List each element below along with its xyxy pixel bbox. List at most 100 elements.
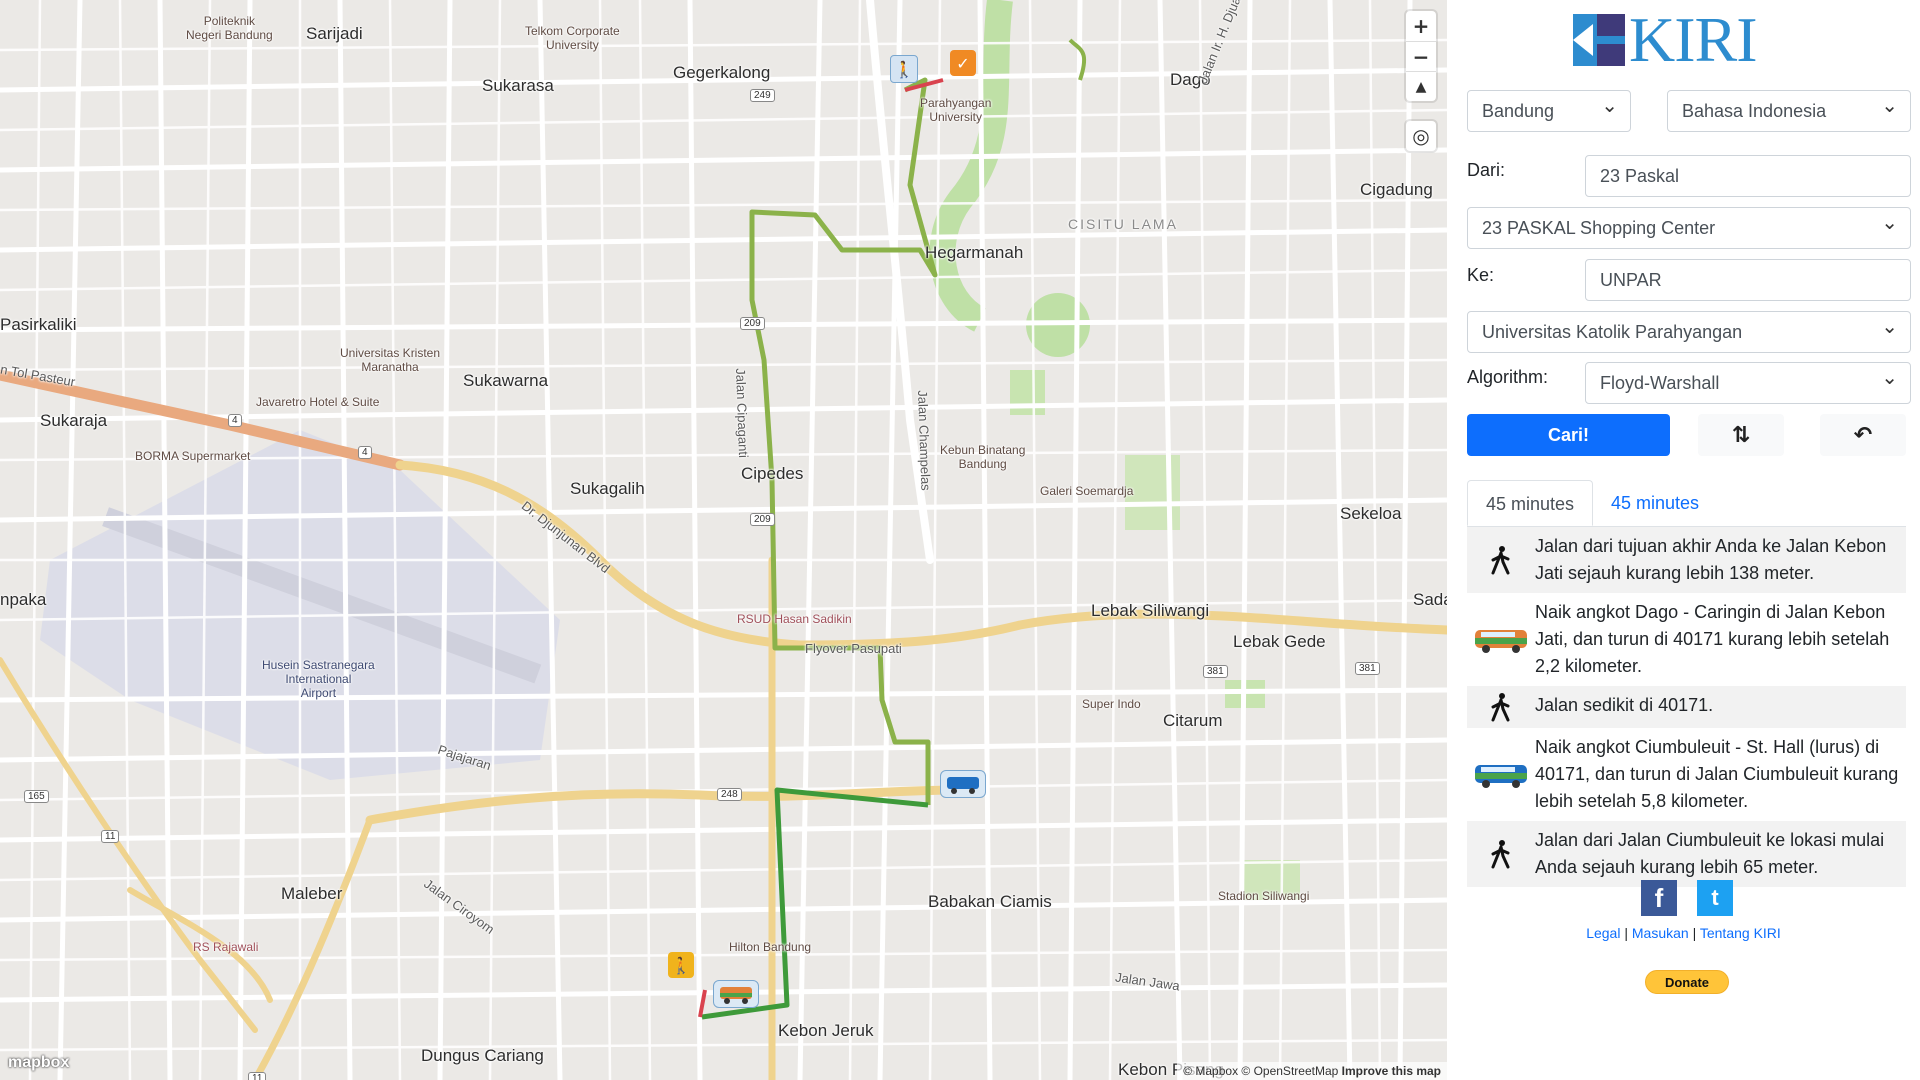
masukan-link[interactable]: Masukan xyxy=(1632,925,1689,941)
compass-button[interactable]: ▲ xyxy=(1406,71,1436,101)
place-label-pasirkaliki: Pasirkaliki xyxy=(0,315,77,334)
angkot-orange-marker-icon[interactable] xyxy=(713,980,759,1008)
angkot-orange-icon xyxy=(1467,626,1535,654)
step-text: Jalan dari Jalan Ciumbuleuit ke lokasi m… xyxy=(1535,830,1885,877)
walk-icon xyxy=(1467,839,1535,869)
tentang-link[interactable]: Tentang KIRI xyxy=(1700,925,1781,941)
step-item[interactable]: Jalan dari tujuan akhir Anda ke Jalan Ke… xyxy=(1467,527,1906,593)
place-label-ukm: Universitas Kristen Maranatha xyxy=(340,346,441,374)
from-input[interactable]: 23 Paskal xyxy=(1585,155,1911,197)
algorithm-label: Algorithm: xyxy=(1467,367,1549,387)
place-label-sukawarna: Sukawarna xyxy=(463,371,549,390)
road-label-flyover: Flyover Pasupati xyxy=(805,641,902,656)
map-base xyxy=(0,0,1447,1080)
place-label-parahyangan: Parahyangan University xyxy=(920,96,992,124)
footer-links: Legal | Masukan | Tentang KIRI xyxy=(1447,925,1920,941)
to-input[interactable]: UNPAR xyxy=(1585,259,1911,301)
place-label-dungus: Dungus Cariang xyxy=(421,1046,544,1065)
place-label-telkom: Telkom Corporate University xyxy=(525,24,620,52)
road-shield: 4 xyxy=(228,414,242,427)
from-label: Dari: xyxy=(1467,160,1506,180)
road-shield: 165 xyxy=(24,790,49,803)
tab-route-1[interactable]: 45 minutes xyxy=(1467,480,1594,526)
kiri-logo-icon xyxy=(1573,14,1625,66)
place-label-cisitu: CISITU LAMA xyxy=(1068,216,1178,232)
place-label-babakan: Babakan Ciamis xyxy=(928,892,1052,911)
map-locate-control: ◎ xyxy=(1406,121,1436,151)
footer-separator: | xyxy=(1688,925,1700,941)
mapbox-logo[interactable]: mapbox xyxy=(8,1054,69,1072)
to-select[interactable]: Universitas Katolik Parahyangan xyxy=(1467,306,1911,353)
angkot-blue-marker-icon[interactable] xyxy=(940,770,986,798)
step-item[interactable]: Naik angkot Dago - Caringin di Jalan Keb… xyxy=(1467,593,1906,686)
from-select[interactable]: 23 PASKAL Shopping Center xyxy=(1467,202,1911,249)
zoom-out-button[interactable]: − xyxy=(1406,41,1436,71)
improve-map-link[interactable]: Improve this map xyxy=(1342,1064,1441,1078)
place-label-sarijadi: Sarijadi xyxy=(306,24,363,43)
road-shield: 11 xyxy=(248,1072,267,1080)
language-select[interactable]: Bahasa Indonesia xyxy=(1667,85,1911,132)
reset-button[interactable]: ↶ xyxy=(1820,414,1906,456)
zoom-in-button[interactable]: + xyxy=(1406,11,1436,41)
kiri-logo[interactable]: KIRI xyxy=(1573,4,1758,75)
place-label-cipedes: Cipedes xyxy=(741,464,804,483)
donate-button[interactable]: Donate xyxy=(1645,970,1729,994)
twitter-icon[interactable]: t xyxy=(1697,880,1733,916)
search-button[interactable]: Cari! xyxy=(1467,414,1670,456)
finish-marker-icon[interactable]: ✓ xyxy=(950,50,976,76)
map-attribution: © Mapbox © OpenStreetMap Improve this ma… xyxy=(1177,1062,1447,1080)
walk-icon xyxy=(1467,692,1535,722)
tab-route-2[interactable]: 45 minutes xyxy=(1593,480,1717,526)
walk-icon xyxy=(1467,545,1535,575)
locate-button[interactable]: ◎ xyxy=(1406,121,1436,151)
place-label-sekeloa: Sekeloa xyxy=(1340,504,1402,523)
swap-button[interactable]: ⇅ xyxy=(1698,414,1784,456)
step-item[interactable]: Naik angkot Ciumbuleuit - St. Hall (luru… xyxy=(1467,728,1906,821)
road-shield: 209 xyxy=(750,513,775,526)
step-text: Jalan sedikit di 40171. xyxy=(1535,695,1714,715)
place-label-politeknik: Politeknik Negeri Bandung xyxy=(186,14,273,42)
road-shield: 249 xyxy=(750,89,775,102)
road-shield: 248 xyxy=(717,788,742,801)
road-shield: 209 xyxy=(740,317,765,330)
place-label-sukarasa: Sukarasa xyxy=(482,76,554,95)
step-text: Naik angkot Ciumbuleuit - St. Hall (luru… xyxy=(1535,737,1899,811)
place-label-javaretro: Javaretro Hotel & Suite xyxy=(256,395,380,409)
legal-link[interactable]: Legal xyxy=(1586,925,1620,941)
step-item[interactable]: Jalan sedikit di 40171. xyxy=(1467,686,1906,728)
angkot-blue-icon xyxy=(1467,761,1535,789)
start-marker-icon[interactable]: 🚶 xyxy=(668,952,694,978)
place-label-kebon-jeruk: Kebon Jeruk xyxy=(778,1021,874,1040)
road-shield: 381 xyxy=(1355,662,1380,675)
place-label-rs-rajawali: RS Rajawali xyxy=(193,940,259,954)
road-shield: 11 xyxy=(101,830,120,843)
step-item[interactable]: Jalan dari Jalan Ciumbuleuit ke lokasi m… xyxy=(1467,821,1906,887)
place-label-airport: Husein Sastranegara International Airpor… xyxy=(262,658,375,700)
place-label-sukagalih: Sukagalih xyxy=(570,479,645,498)
sidebar: KIRI Bandung Bahasa Indonesia Dari: 23 P… xyxy=(1447,0,1920,1080)
walk-marker-icon[interactable]: 🚶 xyxy=(890,55,918,83)
city-select[interactable]: Bandung xyxy=(1467,85,1631,132)
road-shield: 4 xyxy=(358,446,372,459)
footer-separator: | xyxy=(1620,925,1632,941)
place-label-stadion: Stadion Siliwangi xyxy=(1218,889,1310,903)
place-label-lebak-siliwangi: Lebak Siliwangi xyxy=(1091,601,1210,620)
algorithm-select[interactable]: Floyd-Warshall xyxy=(1585,357,1911,404)
facebook-icon[interactable]: f xyxy=(1641,880,1677,916)
road-label-cipaganti: Jalan Cipaganti xyxy=(733,368,752,459)
map[interactable]: Politeknik Negeri Bandung Sarijadi Telko… xyxy=(0,0,1447,1080)
place-label-cigadung: Cigadung xyxy=(1360,180,1433,199)
route-tabs: 45 minutes 45 minutes xyxy=(1467,480,1906,527)
logo-text: KIRI xyxy=(1629,4,1758,75)
place-label-rsud: RSUD Hasan Sadikin xyxy=(737,612,852,626)
place-label-gegerkalong: Gegerkalong xyxy=(673,63,771,82)
place-label-kebun-binatang: Kebun Binatang Bandung xyxy=(940,443,1026,471)
place-label-maleber: Maleber xyxy=(281,884,343,903)
place-label-sukaraja: Sukaraja xyxy=(40,411,108,430)
place-label-sada: Sada xyxy=(1413,590,1447,609)
step-text: Naik angkot Dago - Caringin di Jalan Keb… xyxy=(1535,602,1890,676)
attribution-text[interactable]: © Mapbox © OpenStreetMap xyxy=(1183,1064,1338,1078)
place-label-lebak-gede: Lebak Gede xyxy=(1233,632,1326,651)
place-label-super-indo: Super Indo xyxy=(1082,697,1141,711)
route-steps: Jalan dari tujuan akhir Anda ke Jalan Ke… xyxy=(1467,527,1906,887)
